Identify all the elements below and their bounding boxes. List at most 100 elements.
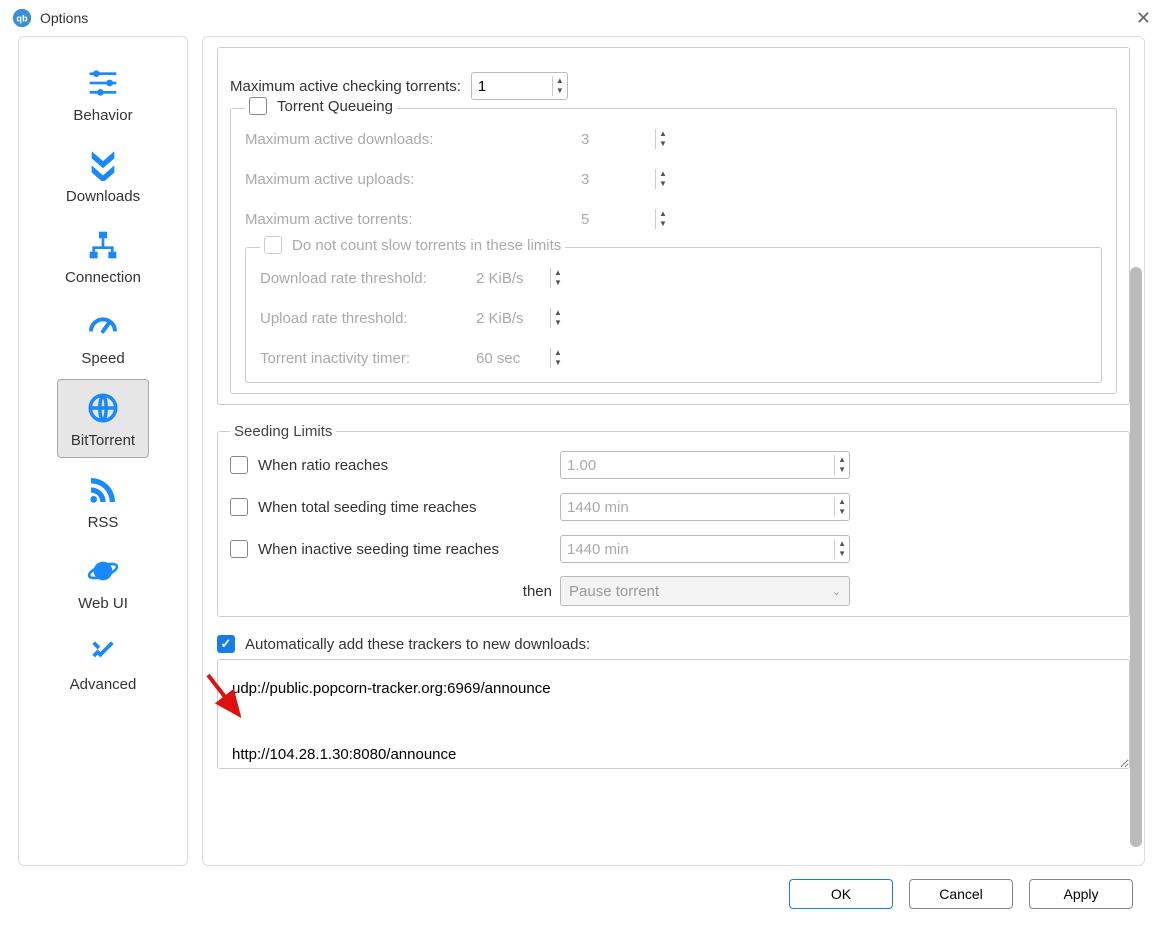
spin-up-icon[interactable]: ▲ [656, 129, 670, 139]
chevron-down-icon: ⌄ [832, 585, 841, 598]
spin-up-icon[interactable]: ▲ [553, 76, 567, 86]
sidebar-item-bittorrent[interactable]: BitTorrent [57, 379, 149, 458]
ratio-spin[interactable]: ▲▼ [560, 451, 850, 479]
chevrons-down-icon [82, 146, 124, 182]
then-action-value: Pause torrent [569, 583, 659, 600]
spin-up-icon[interactable]: ▲ [551, 268, 565, 278]
spin-down-icon[interactable]: ▼ [835, 507, 849, 517]
cancel-button[interactable]: Cancel [909, 879, 1013, 909]
total-time-label: When total seeding time reaches [258, 499, 476, 516]
group-top: Maximum active checking torrents: ▲▼ Tor… [217, 47, 1130, 405]
sidebar-item-label: Advanced [70, 676, 137, 693]
inactivity-timer-input [470, 348, 550, 369]
spin-down-icon[interactable]: ▼ [553, 86, 567, 96]
tools-icon [82, 634, 124, 670]
sidebar-item-label: Speed [81, 350, 124, 367]
dl-rate-threshold-input [470, 268, 550, 289]
max-active-downloads-spin[interactable]: ▲▼ [575, 125, 670, 153]
spin-down-icon[interactable]: ▼ [551, 318, 565, 328]
spin-down-icon[interactable]: ▼ [835, 549, 849, 559]
sidebar-item-speed[interactable]: Speed [57, 298, 149, 375]
spin-down-icon[interactable]: ▼ [835, 465, 849, 475]
torrent-queueing-checkbox[interactable] [249, 97, 267, 115]
max-active-uploads-label: Maximum active uploads: [245, 171, 575, 188]
spin-down-icon[interactable]: ▼ [656, 219, 670, 229]
dialog-footer: OK Cancel Apply [0, 866, 1163, 922]
window-title: Options [40, 10, 88, 26]
then-label: then [523, 583, 552, 600]
sidebar: Behavior Downloads Connection Speed BitT… [18, 36, 188, 866]
dl-rate-threshold-spin[interactable]: ▲▼ [470, 264, 1087, 292]
ratio-input [561, 455, 834, 476]
auto-trackers-checkbox[interactable] [217, 635, 235, 653]
inactive-time-spin[interactable]: ▲▼ [560, 535, 850, 563]
group-seeding-limits: Seeding Limits When ratio reaches ▲▼ Whe… [217, 423, 1130, 617]
sidebar-item-downloads[interactable]: Downloads [57, 136, 149, 213]
inactive-time-checkbox[interactable] [230, 540, 248, 558]
max-active-torrents-spin[interactable]: ▲▼ [575, 205, 670, 233]
auto-trackers-label: Automatically add these trackers to new … [245, 636, 590, 653]
inactive-time-input [561, 539, 834, 560]
ratio-label: When ratio reaches [258, 457, 388, 474]
sidebar-item-connection[interactable]: Connection [57, 217, 149, 294]
spin-up-icon[interactable]: ▲ [656, 209, 670, 219]
seeding-limits-legend: Seeding Limits [230, 423, 336, 440]
max-active-checking-input[interactable] [472, 76, 552, 97]
inactive-time-label: When inactive seeding time reaches [258, 541, 499, 558]
group-torrent-queueing: Torrent Queueing Maximum active download… [230, 108, 1117, 394]
app-icon: qb [12, 8, 32, 28]
sidebar-item-label: Connection [65, 269, 141, 286]
sidebar-item-label: Downloads [66, 188, 140, 205]
sidebar-item-webui[interactable]: Web UI [57, 543, 149, 620]
then-action-select[interactable]: Pause torrent ⌄ [560, 576, 850, 606]
auto-trackers-textarea[interactable] [217, 659, 1130, 769]
scrollbar-thumb[interactable] [1130, 267, 1142, 847]
sidebar-item-behavior[interactable]: Behavior [57, 55, 149, 132]
globe-icon [82, 390, 124, 426]
spin-down-icon[interactable]: ▼ [656, 139, 670, 149]
max-active-checking-spin[interactable]: ▲▼ [471, 72, 568, 100]
ok-button[interactable]: OK [789, 879, 893, 909]
max-active-uploads-input [575, 169, 655, 190]
slow-torrents-checkbox[interactable] [264, 236, 282, 254]
max-active-torrents-label: Maximum active torrents: [245, 211, 575, 228]
spin-up-icon[interactable]: ▲ [835, 539, 849, 549]
max-active-checking-label: Maximum active checking torrents: [230, 78, 461, 95]
spin-up-icon[interactable]: ▲ [656, 169, 670, 179]
max-active-downloads-label: Maximum active downloads: [245, 131, 575, 148]
total-time-input [561, 497, 834, 518]
spin-down-icon[interactable]: ▼ [656, 179, 670, 189]
inactivity-timer-spin[interactable]: ▲▼ [470, 344, 1087, 372]
ul-rate-threshold-spin[interactable]: ▲▼ [470, 304, 1087, 332]
spin-down-icon[interactable]: ▼ [551, 358, 565, 368]
apply-button[interactable]: Apply [1029, 879, 1133, 909]
ul-rate-threshold-input [470, 308, 550, 329]
spin-up-icon[interactable]: ▲ [551, 308, 565, 318]
spin-up-icon[interactable]: ▲ [835, 455, 849, 465]
spin-down-icon[interactable]: ▼ [551, 278, 565, 288]
sliders-icon [82, 65, 124, 101]
sidebar-item-label: Web UI [78, 595, 128, 612]
close-icon[interactable]: ✕ [1136, 8, 1151, 29]
planet-icon [82, 553, 124, 589]
sidebar-item-advanced[interactable]: Advanced [57, 624, 149, 701]
inactivity-timer-label: Torrent inactivity timer: [260, 350, 470, 367]
ratio-checkbox[interactable] [230, 456, 248, 474]
total-time-checkbox[interactable] [230, 498, 248, 516]
max-active-uploads-spin[interactable]: ▲▼ [575, 165, 670, 193]
group-slow-torrents: Do not count slow torrents in these limi… [245, 247, 1102, 383]
network-icon [82, 227, 124, 263]
sidebar-item-label: Behavior [73, 107, 132, 124]
sidebar-item-label: BitTorrent [71, 432, 135, 449]
sidebar-item-label: RSS [88, 514, 119, 531]
ul-rate-threshold-label: Upload rate threshold: [260, 310, 470, 327]
total-time-spin[interactable]: ▲▼ [560, 493, 850, 521]
gauge-icon [82, 308, 124, 344]
sidebar-item-rss[interactable]: RSS [57, 462, 149, 539]
spin-up-icon[interactable]: ▲ [835, 497, 849, 507]
svg-text:qb: qb [16, 13, 28, 23]
settings-panel[interactable]: Maximum active checking torrents: ▲▼ Tor… [202, 36, 1145, 866]
spin-up-icon[interactable]: ▲ [551, 348, 565, 358]
rss-icon [82, 472, 124, 508]
slow-torrents-label: Do not count slow torrents in these limi… [292, 237, 561, 254]
